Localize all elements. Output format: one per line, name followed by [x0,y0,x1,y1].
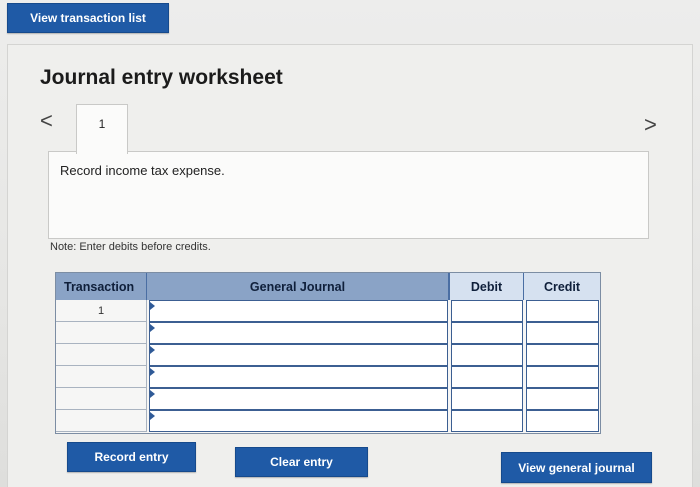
record-entry-button[interactable]: Record entry [67,442,196,472]
credit-input[interactable] [526,388,599,410]
transaction-number-cell: 1 [56,300,147,322]
note-text: Note: Enter debits before credits. [50,241,211,253]
credit-input[interactable] [526,322,599,344]
account-input[interactable] [149,300,448,322]
column-header-transaction: Transaction [56,273,147,300]
page-title: Journal entry worksheet [40,66,283,89]
journal-worksheet-page: View transaction list Journal entry work… [0,0,700,487]
table-row [56,322,600,344]
transaction-number-cell [56,388,147,410]
table-row: 1 [56,300,600,322]
debit-input[interactable] [451,410,523,432]
debit-input[interactable] [451,300,523,322]
debit-input[interactable] [451,344,523,366]
column-header-credit: Credit [524,273,600,300]
account-input[interactable] [149,322,448,344]
chevron-right-icon[interactable]: > [644,114,657,136]
table-header: Transaction General Journal Debit Credit [56,273,600,300]
table-row [56,410,600,432]
transaction-number-cell [56,322,147,344]
account-input[interactable] [149,366,448,388]
dropdown-marker-icon [150,346,155,354]
table-row [56,388,600,410]
dropdown-marker-icon [150,368,155,376]
tab-label: 1 [98,117,106,131]
transaction-number-cell [56,344,147,366]
account-input[interactable] [149,344,448,366]
debit-input[interactable] [451,366,523,388]
dropdown-marker-icon [150,412,155,420]
credit-input[interactable] [526,344,599,366]
view-transaction-list-button[interactable]: View transaction list [7,3,169,33]
table-row [56,344,600,366]
column-header-debit: Debit [449,273,524,300]
account-input[interactable] [149,410,448,432]
journal-table: Transaction General Journal Debit Credit… [55,272,601,434]
tab-1[interactable]: 1 [76,104,128,154]
account-input[interactable] [149,388,448,410]
column-header-general-journal: General Journal [147,273,449,300]
transaction-number-cell [56,366,147,388]
credit-input[interactable] [526,366,599,388]
table-row [56,366,600,388]
entry-description: Record income tax expense. [60,163,225,178]
clear-entry-button[interactable]: Clear entry [235,447,368,477]
dropdown-marker-icon [150,390,155,398]
debit-input[interactable] [451,388,523,410]
chevron-left-icon[interactable]: < [40,110,53,132]
debit-input[interactable] [451,322,523,344]
credit-input[interactable] [526,410,599,432]
dropdown-marker-icon [150,324,155,332]
view-general-journal-button[interactable]: View general journal [501,452,652,483]
credit-input[interactable] [526,300,599,322]
dropdown-marker-icon [150,302,155,310]
transaction-number-cell [56,410,147,432]
